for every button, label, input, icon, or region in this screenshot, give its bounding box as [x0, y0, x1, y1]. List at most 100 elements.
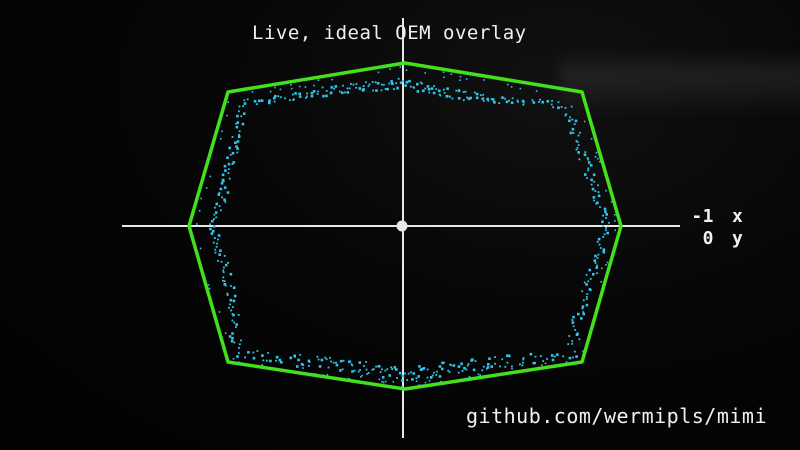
trace-point [589, 289, 592, 292]
trace-point [211, 219, 214, 223]
trace-point [462, 99, 465, 102]
trace-point [325, 94, 328, 98]
trace-point [314, 373, 317, 375]
trace-point [348, 360, 351, 363]
trace-point [504, 365, 507, 368]
trace-point [433, 85, 435, 87]
trace-point [200, 197, 202, 200]
trace-point [416, 90, 420, 93]
trace-point [550, 103, 553, 106]
trace-point [227, 262, 229, 264]
trace-point [457, 371, 460, 374]
trace-point [389, 68, 391, 70]
trace-point [464, 90, 467, 93]
trace-point [318, 365, 322, 368]
trace-point [228, 335, 232, 338]
trace-point [205, 187, 208, 189]
trace-point [221, 196, 223, 199]
trace-point [377, 71, 380, 74]
trace-point [252, 356, 256, 360]
trace-point [491, 98, 495, 101]
trace-point [588, 268, 592, 272]
trace-point [585, 296, 588, 298]
trace-point [290, 87, 293, 90]
trace-point [388, 82, 391, 85]
trace-point [227, 172, 230, 174]
trace-point [350, 83, 352, 85]
trace-point [352, 83, 355, 86]
trace-point [605, 213, 608, 216]
trace-point [268, 99, 271, 102]
trace-point [494, 362, 497, 365]
trace-point [223, 255, 226, 257]
trace-point [401, 385, 404, 387]
trace-point [363, 365, 365, 367]
trace-point [575, 148, 578, 151]
trace-point [238, 105, 241, 108]
trace-point [599, 160, 601, 163]
trace-point [232, 161, 235, 164]
trace-point [226, 114, 228, 117]
trace-point [583, 153, 587, 157]
github-credit-link[interactable]: github.com/wermipls/mimi [466, 404, 767, 428]
trace-point [247, 351, 250, 354]
trace-point [226, 292, 229, 295]
trace-point [594, 156, 597, 158]
trace-point [230, 309, 232, 312]
trace-point [380, 83, 383, 86]
trace-point [266, 359, 268, 362]
trace-point [220, 138, 222, 140]
trace-point [432, 91, 436, 95]
trace-point [457, 97, 461, 100]
trace-point [278, 358, 282, 362]
trace-point [430, 377, 432, 379]
trace-point [218, 205, 221, 207]
trace-point [223, 280, 226, 282]
trace-point [582, 312, 585, 316]
trace-point [534, 355, 537, 358]
trace-point [511, 367, 513, 370]
trace-point [483, 79, 485, 81]
trace-point [256, 103, 258, 106]
trace-point [381, 368, 383, 371]
trace-point [317, 90, 319, 93]
trace-point [237, 314, 240, 316]
trace-point [222, 276, 225, 279]
trace-point [481, 97, 485, 100]
trace-point [399, 66, 402, 68]
trace-point [284, 97, 286, 100]
trace-point [209, 227, 212, 231]
trace-point [293, 98, 295, 101]
trace-point [583, 120, 586, 123]
trace-point [238, 343, 241, 346]
trace-point [390, 80, 393, 83]
trace-point [498, 102, 501, 104]
trace-point [567, 343, 570, 345]
trace-point [232, 286, 236, 289]
trace-point [587, 167, 590, 170]
trace-point [228, 177, 231, 180]
trace-point [289, 356, 293, 360]
trace-point [541, 100, 544, 104]
trace-point [585, 303, 589, 307]
trace-point [211, 229, 215, 233]
trace-point [325, 90, 328, 92]
trace-point [409, 85, 412, 88]
trace-point [401, 374, 405, 378]
trace-point [331, 78, 333, 81]
trace-point [230, 339, 234, 343]
trace-point [342, 84, 344, 87]
trace-point [556, 353, 559, 356]
trace-point [355, 83, 358, 85]
trace-point [299, 353, 302, 356]
trace-point [393, 366, 397, 369]
trace-point [473, 91, 476, 94]
trace-point [540, 355, 542, 357]
trace-point [505, 100, 509, 104]
trace-point [597, 184, 599, 187]
trace-point [393, 88, 395, 90]
trace-point [583, 281, 586, 284]
trace-point [346, 91, 350, 94]
trace-point [501, 96, 504, 99]
trace-point [334, 85, 338, 88]
